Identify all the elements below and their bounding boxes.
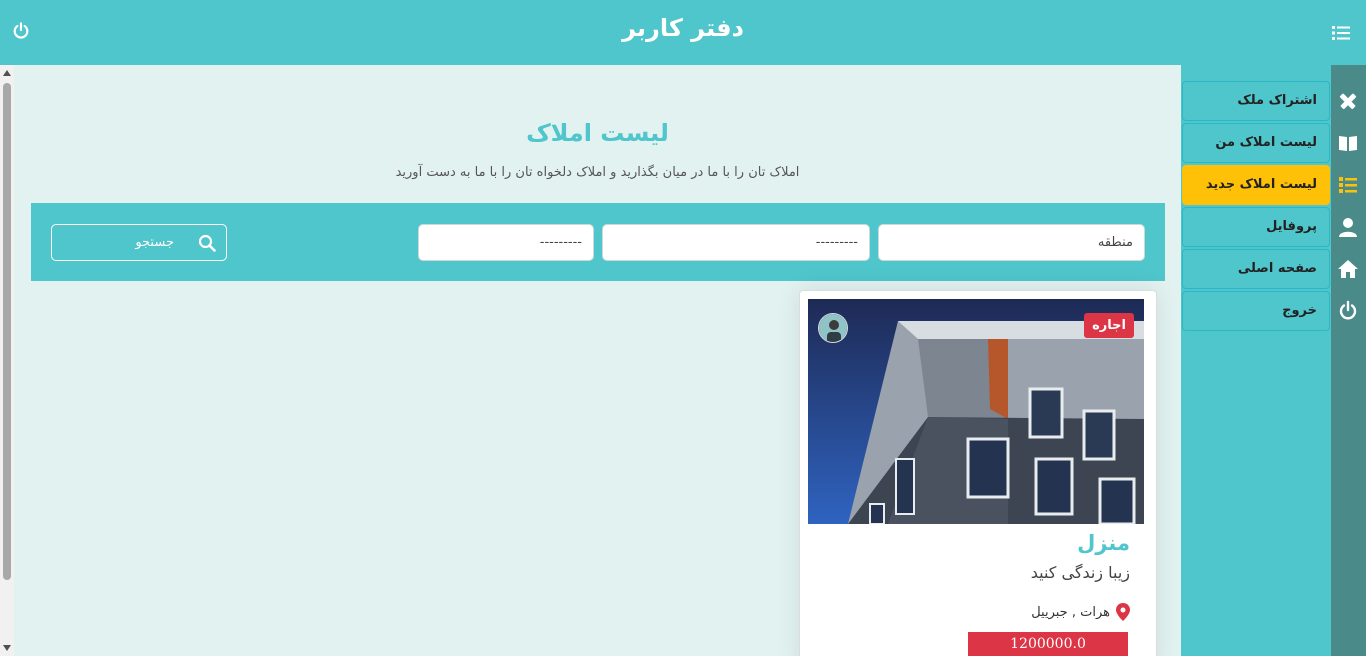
power-icon[interactable] [1337,300,1359,322]
top-bar: دفتر کاربر [0,0,1366,65]
page-subtitle: املاک تان را با ما در میان بگذارید و امل… [395,165,800,180]
scrollbar[interactable] [0,65,14,656]
sidebar-item-profile[interactable]: پروفایل [1182,207,1330,247]
main-content: لیست املاک املاک تان را با ما در میان بگ… [14,65,1181,656]
property-description: زیبا زندگی کنید [1030,563,1130,582]
app-title: دفتر کاربر [622,14,744,42]
region-input[interactable]: منطقه [878,224,1145,261]
list-icon[interactable] [1332,25,1350,41]
price-tag: 1200000.0 [968,632,1128,656]
tools-icon[interactable] [1337,90,1359,112]
property-title[interactable]: منزل [1077,531,1130,555]
avatar[interactable] [818,313,848,343]
search-input[interactable]: جستجو [51,224,227,261]
search-placeholder: جستجو [135,235,174,250]
list-icon[interactable] [1337,174,1359,196]
map-marker-icon [1116,603,1130,621]
home-icon[interactable] [1337,258,1359,280]
property-card[interactable]: اجاره منزل زیبا زندگی کنید هرات , جبرییل… [799,290,1157,656]
scroll-thumb[interactable] [3,83,11,580]
search-icon[interactable] [198,234,216,252]
sidebar-item-new-properties[interactable]: لیست املاک جدید [1182,165,1330,205]
sidebar-item-logout[interactable]: خروج [1182,291,1330,331]
book-icon[interactable] [1337,132,1359,154]
rent-badge: اجاره [1084,313,1134,338]
sidebar: اشتراک ملک لیست املاک من لیست املاک جدید… [1181,65,1331,656]
sidebar-item-my-properties[interactable]: لیست املاک من [1182,123,1330,163]
filter-select-1[interactable]: --------- [602,224,870,261]
sidebar-item-share-property[interactable]: اشتراک ملک [1182,81,1330,121]
filter-bar: منطقه --------- --------- جستجو [31,203,1165,281]
page-title: لیست املاک [526,119,669,147]
property-location: هرات , جبرییل [1031,603,1130,621]
sidebar-item-home[interactable]: صفحه اصلی [1182,249,1330,289]
user-icon[interactable] [1337,216,1359,238]
scroll-up-icon[interactable] [3,70,11,76]
icon-bar [1331,65,1366,656]
location-text: هرات , جبرییل [1031,604,1110,620]
property-image[interactable]: اجاره [808,299,1144,524]
filter-select-2[interactable]: --------- [418,224,594,261]
scroll-down-icon[interactable] [3,645,11,651]
